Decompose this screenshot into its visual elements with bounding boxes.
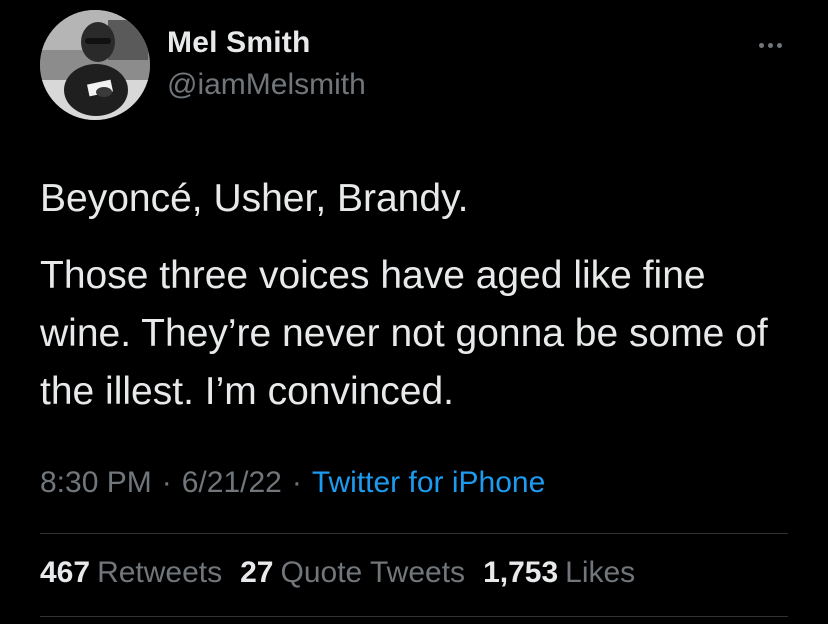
tweet-meta: 8:30 PM · 6/21/22 · Twitter for iPhone [40,466,545,500]
tweet-paragraph: Beyoncé, Usher, Brandy. [40,177,469,220]
quote-tweets-stat[interactable]: 27 Quote Tweets [240,556,465,590]
meta-separator: · [291,466,302,499]
retweets-stat[interactable]: 467 Retweets [40,556,222,590]
tweet-time[interactable]: 8:30 PM [40,466,152,499]
tweet-paragraph: Those three voices have aged like fine w… [40,254,768,413]
retweets-count: 467 [40,556,91,589]
more-options-icon-dot [767,42,773,48]
tweet-text: Beyoncé, Usher, Brandy. Those three voic… [40,170,800,421]
tweet-date[interactable]: 6/21/22 [182,466,282,499]
retweets-label: Retweets [97,556,223,589]
likes-stat[interactable]: 1,753 Likes [483,556,635,590]
avatar-photo [40,10,150,120]
likes-label: Likes [565,556,636,589]
divider [40,533,788,534]
avatar[interactable] [40,10,150,120]
quote-tweets-label: Quote Tweets [280,556,466,589]
quote-tweets-count: 27 [240,556,274,589]
more-options-icon [758,42,764,48]
more-options-button[interactable] [748,30,792,60]
divider [40,616,788,617]
likes-count: 1,753 [483,556,559,589]
tweet-source-link[interactable]: Twitter for iPhone [312,466,545,499]
author-name[interactable]: Mel Smith [167,26,310,60]
meta-separator: · [161,466,172,499]
more-options-icon-dot [776,42,782,48]
tweet-stats: 467 Retweets 27 Quote Tweets 1,753 Likes [40,556,635,590]
author-handle[interactable]: @iamMelsmith [167,68,366,102]
tweet-detail: Mel Smith @iamMelsmith Beyoncé, Usher, B… [0,0,828,624]
